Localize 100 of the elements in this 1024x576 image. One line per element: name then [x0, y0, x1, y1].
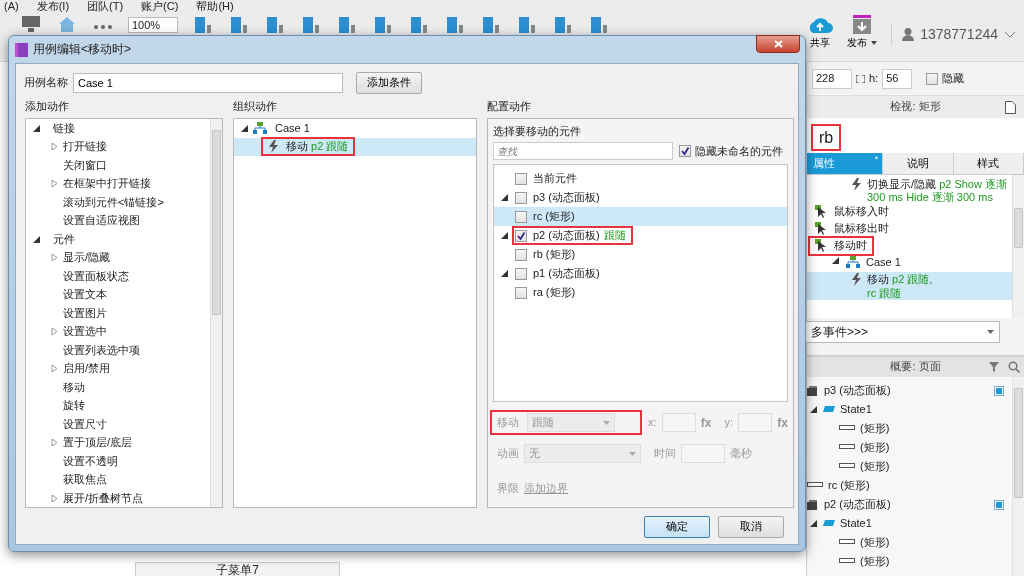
action-item[interactable]: 获取焦点	[63, 473, 107, 487]
scrollbar[interactable]	[1012, 377, 1024, 576]
widget-name-field[interactable]: rb	[811, 124, 842, 152]
expand-arrow-icon[interactable]	[831, 256, 840, 266]
outline-item[interactable]: (矩形)	[860, 554, 890, 569]
zoom-field[interactable]: 100%	[128, 17, 178, 33]
action-item[interactable]: 滚动到元件<锚链接>	[63, 195, 164, 209]
collapse-arrow-icon[interactable]	[50, 327, 59, 337]
event-item[interactable]: 鼠标移入时	[811, 205, 893, 219]
outline-item[interactable]: p3 (动态面板)	[824, 383, 891, 398]
x-field[interactable]	[661, 413, 696, 433]
align-icon[interactable]	[192, 15, 214, 33]
tab[interactable]: 说明	[883, 153, 954, 174]
width-field[interactable]: 228	[812, 68, 852, 89]
align-icon[interactable]	[336, 15, 358, 33]
action-item[interactable]: 设置面板状态	[63, 269, 129, 283]
action-item[interactable]: 设置自适应视图	[63, 214, 140, 228]
cancel-button[interactable]: 取消	[718, 516, 784, 538]
action-item[interactable]: 置于顶层/底层	[63, 436, 133, 450]
events-dropdown[interactable]: 多事件>>>	[805, 321, 1000, 343]
collapse-arrow-icon[interactable]	[50, 253, 59, 263]
outline-item[interactable]: (矩形)	[860, 535, 890, 550]
outline-item[interactable]: (矩形)	[860, 440, 890, 455]
panel-toggle-icon[interactable]	[994, 385, 1004, 396]
bounds-label: 界限	[496, 481, 519, 496]
menu-item[interactable]: 账户(C)	[141, 0, 179, 14]
action-item[interactable]: 在框架中打开链接	[63, 177, 151, 191]
action-item[interactable]: 设置尺寸	[63, 417, 107, 431]
checkbox[interactable]	[926, 72, 939, 85]
collapse-arrow-icon[interactable]	[50, 493, 59, 503]
action-item[interactable]: 打开链接	[63, 140, 107, 154]
action-item[interactable]: 设置选中	[63, 325, 107, 339]
event-item[interactable]: 鼠标移出时	[811, 222, 893, 236]
app-logo-icon	[15, 42, 28, 57]
case-label[interactable]: Case 1	[275, 121, 310, 135]
time-field[interactable]	[681, 444, 725, 464]
action-item[interactable]: 移动	[63, 380, 85, 394]
expand-arrow-icon[interactable]	[32, 234, 41, 244]
close-button[interactable]	[756, 35, 800, 53]
outline-item[interactable]: p2 (动态面板)	[824, 497, 891, 512]
menu-item[interactable]: 发布(I)	[36, 0, 70, 14]
event-item[interactable]: 移动时	[811, 239, 871, 253]
action-item[interactable]: 设置图片	[63, 306, 107, 320]
case-label[interactable]: Case 1	[866, 256, 901, 270]
user-name[interactable]: 1378771244	[920, 25, 998, 43]
collapse-arrow-icon[interactable]	[50, 364, 59, 374]
expand-arrow-icon[interactable]	[809, 519, 818, 528]
tab[interactable]: 样式	[953, 153, 1024, 174]
publish-button[interactable]: 发布	[847, 15, 878, 49]
collapse-arrow-icon[interactable]	[50, 438, 59, 448]
scrollbar[interactable]	[1012, 175, 1024, 318]
collapse-arrow-icon[interactable]	[50, 142, 59, 152]
menu-item[interactable]: 团队(T)	[87, 0, 124, 14]
case-name-field[interactable]: Case 1	[73, 73, 343, 93]
action-item[interactable]: 设置不透明	[63, 454, 118, 468]
y-field[interactable]	[738, 413, 773, 433]
action-item[interactable]: 设置列表选中项	[63, 343, 140, 357]
ok-button[interactable]: 确定	[644, 516, 710, 538]
menu-item[interactable]: (A)	[4, 0, 19, 14]
align-icon[interactable]	[228, 15, 250, 33]
scrollbar[interactable]	[210, 119, 222, 507]
action-item[interactable]: 旋转	[63, 399, 85, 413]
collapse-arrow-icon[interactable]	[50, 179, 59, 189]
align-icon[interactable]	[408, 15, 430, 33]
action-item[interactable]: 设置文本	[63, 288, 107, 302]
action-item[interactable]: 显示/隐藏	[63, 251, 111, 265]
add-condition-button[interactable]: 添加条件	[356, 72, 422, 94]
align-icon[interactable]	[480, 15, 502, 33]
align-icon[interactable]	[588, 15, 610, 33]
outline-title: 概要: 页面	[890, 360, 941, 374]
action-text[interactable]: 切换显示/隐藏 p2 Show 逐渐 300 ms Hide 逐渐 300 ms	[867, 178, 1012, 205]
align-icon[interactable]	[300, 15, 322, 33]
expand-arrow-icon[interactable]	[809, 405, 818, 414]
expand-arrow-icon[interactable]	[240, 123, 249, 133]
align-icon[interactable]	[372, 15, 394, 33]
computer-icon[interactable]	[20, 15, 42, 33]
panel-toggle-icon[interactable]	[994, 499, 1004, 510]
tree-group[interactable]: 链接	[53, 121, 75, 135]
align-icon[interactable]	[444, 15, 466, 33]
align-icon[interactable]	[516, 15, 538, 33]
outline-item[interactable]: (矩形)	[860, 421, 890, 436]
action-item[interactable]: 启用/禁用	[63, 362, 111, 376]
height-field[interactable]: 56	[882, 68, 913, 89]
outline-item[interactable]: State1	[840, 516, 872, 531]
tree-group[interactable]: 元件	[53, 232, 75, 246]
outline-item[interactable]: rc (矩形)	[828, 478, 870, 493]
outline-item[interactable]: State1	[840, 402, 872, 417]
menu-item[interactable]: 帮助(H)	[196, 0, 234, 14]
chevron-down-icon[interactable]	[1004, 30, 1016, 38]
outline-item[interactable]: (矩形)	[860, 459, 890, 474]
share-button[interactable]: 共享	[807, 15, 834, 49]
document-icon[interactable]	[1005, 101, 1016, 114]
align-icon[interactable]	[552, 15, 574, 33]
menu-tab[interactable]: 子菜单7	[135, 562, 340, 576]
filter-icon[interactable]	[989, 361, 1002, 373]
action-item[interactable]: 展开/折叠树节点	[63, 491, 144, 505]
expand-arrow-icon[interactable]	[32, 123, 41, 133]
align-icon[interactable]	[264, 15, 286, 33]
search-icon[interactable]	[1008, 361, 1020, 373]
action-item[interactable]: 关闭窗口	[63, 158, 107, 172]
